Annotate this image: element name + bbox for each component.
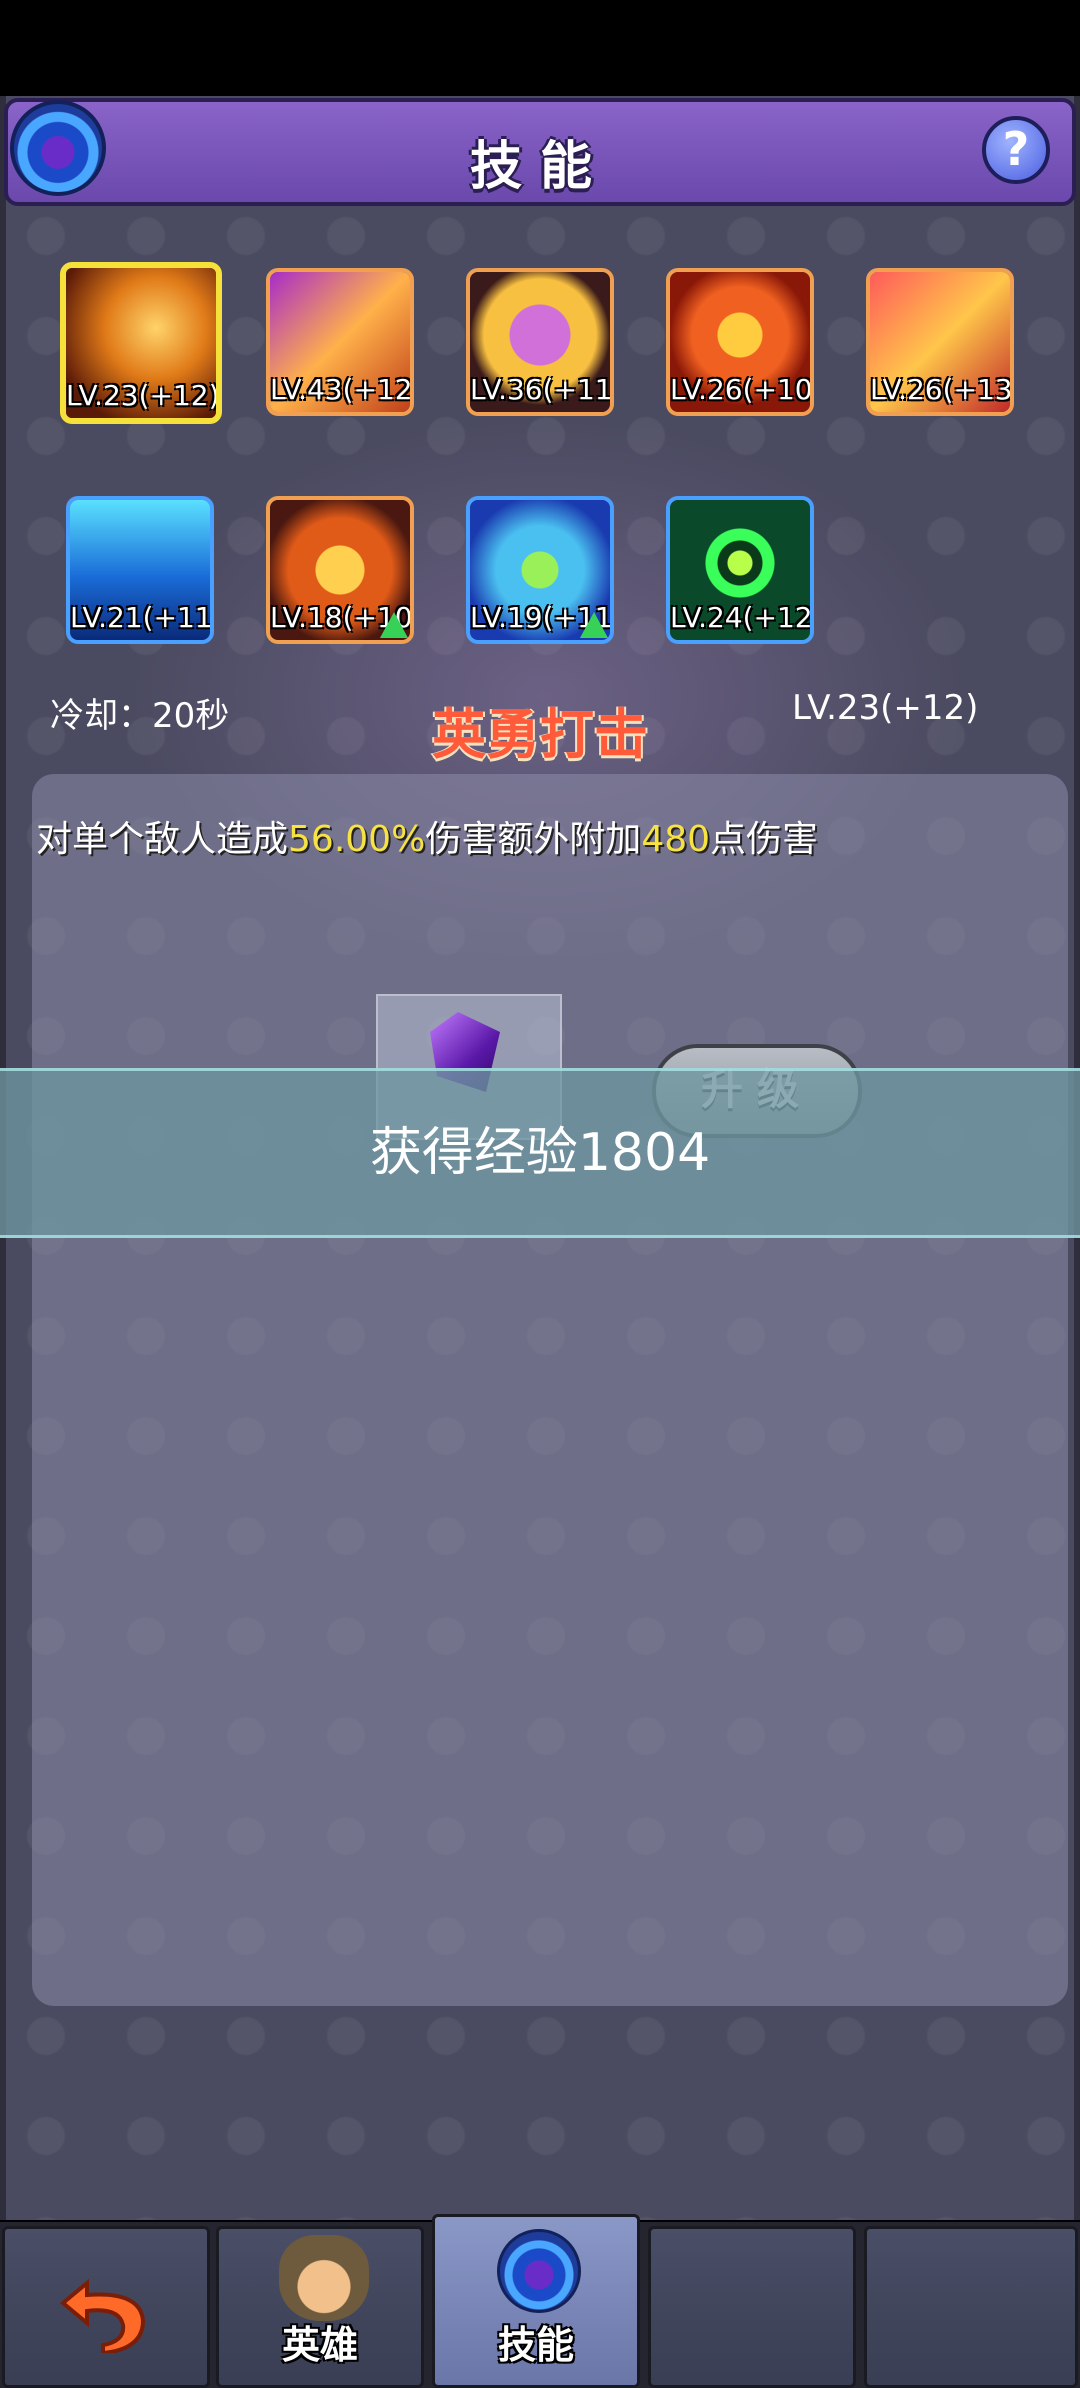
skill-slot-9[interactable]: LV.24(+12) [666, 496, 814, 644]
skill-level: LV.23(+12) [66, 379, 220, 412]
skill-slot-8[interactable]: LV.19(+11) [466, 496, 614, 644]
skill-description-panel [32, 774, 1068, 2006]
skill-level: LV.26(+13) [870, 373, 1014, 406]
upgrade-available-icon [380, 612, 408, 638]
tab-skill[interactable]: 技能 [432, 2214, 640, 2388]
skill-slot-1[interactable]: LV.23(+12) [60, 262, 222, 424]
skill-level: LV.21(+11) [70, 601, 214, 634]
exp-gain-toast: 获得经验1804 [0, 1068, 1080, 1238]
skill-level: LV.26(+10) [670, 373, 814, 406]
tab-hero[interactable]: 英雄 [216, 2226, 424, 2388]
tab-back[interactable] [2, 2226, 210, 2388]
skill-orb-logo-icon [10, 100, 106, 196]
skill-level: LV.43(+12) [270, 373, 414, 406]
title-bar: 技能 [4, 98, 1076, 206]
upgrade-available-icon [580, 612, 608, 638]
skill-slot-2[interactable]: LV.43(+12) [266, 268, 414, 416]
bottom-tab-bar: 英雄 技能 [0, 2214, 1080, 2388]
page-title: 技能 [469, 137, 610, 197]
tab-empty-2[interactable] [864, 2226, 1078, 2388]
selected-skill-level: LV.23(+12) [792, 688, 979, 728]
skill-slot-6[interactable]: LV.21(+11) [66, 496, 214, 644]
skill-slot-5[interactable]: LV.26(+13) [866, 268, 1014, 416]
back-arrow-icon [59, 2278, 146, 2353]
skill-description: 对单个敌人造成56.00%伤害额外附加480点伤害 [36, 819, 819, 860]
skill-slot-7[interactable]: LV.18(+10) [266, 496, 414, 644]
hero-icon [279, 2235, 369, 2321]
skill-level: LV.24(+12) [670, 601, 814, 634]
help-button[interactable]: ? [982, 116, 1050, 184]
skill-orb-icon [497, 2229, 581, 2313]
skill-level: LV.36(+11) [470, 373, 614, 406]
skill-slot-3[interactable]: LV.36(+11) [466, 268, 614, 416]
tab-empty-1[interactable] [648, 2226, 856, 2388]
skill-slot-4[interactable]: LV.26(+10) [666, 268, 814, 416]
